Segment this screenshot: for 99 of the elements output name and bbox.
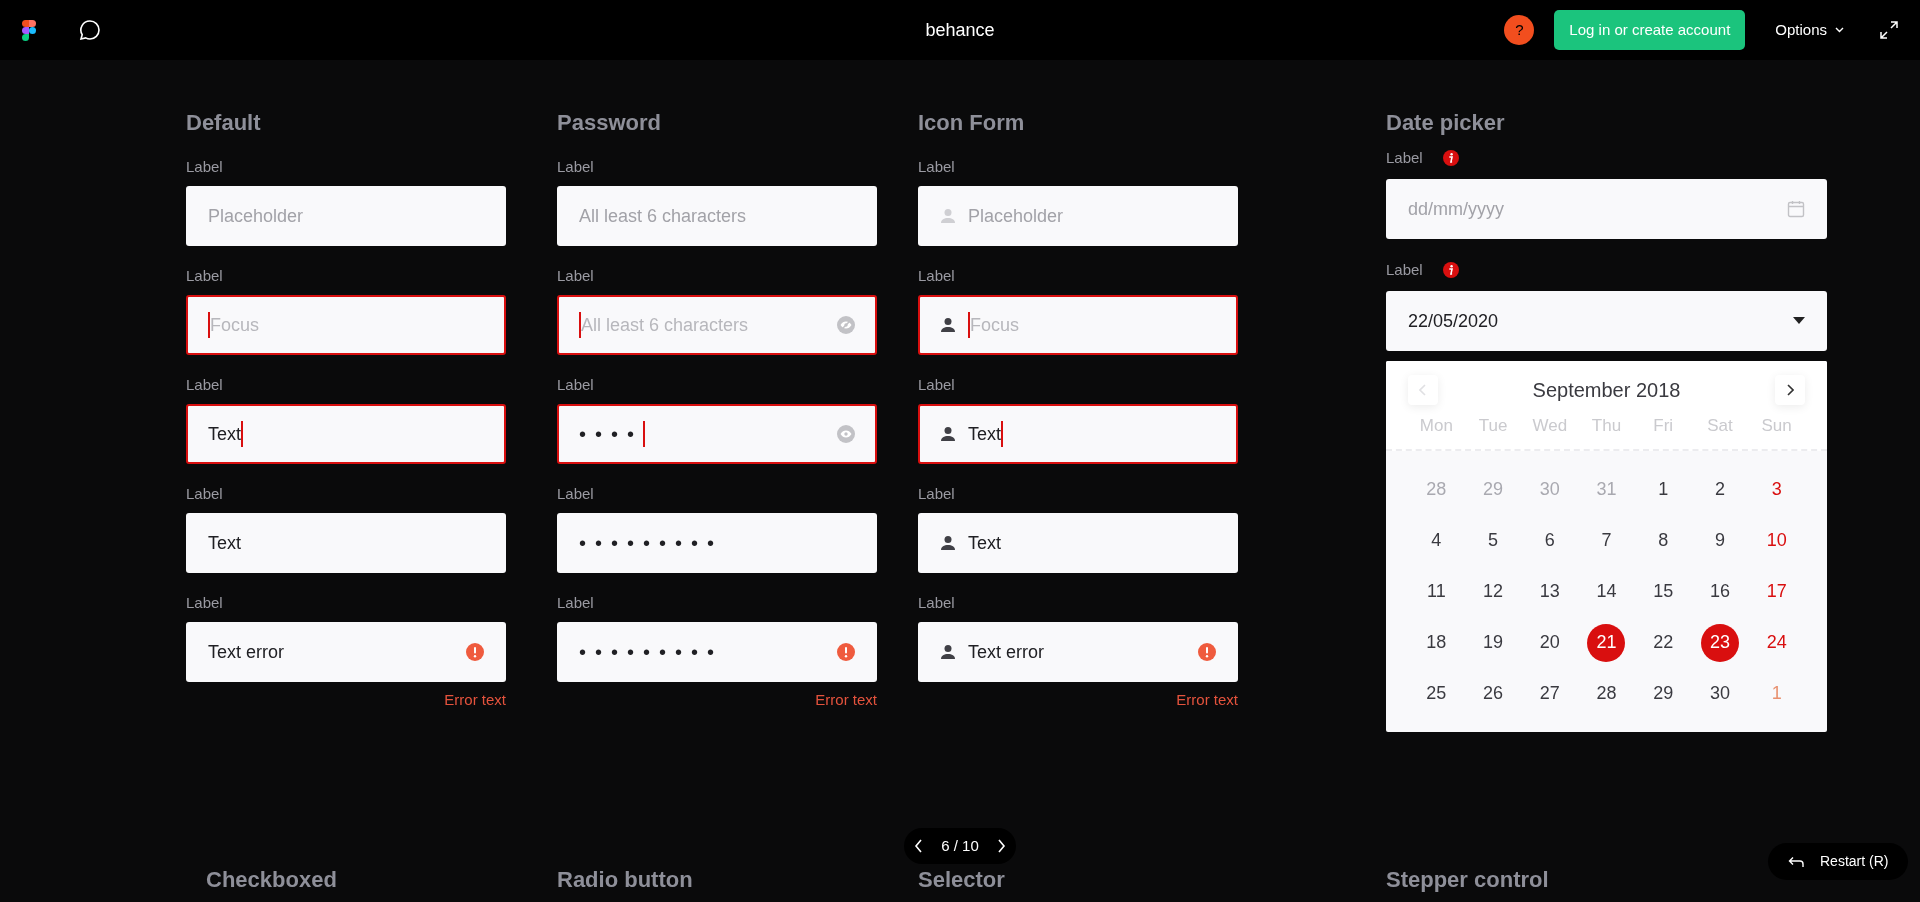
input-field[interactable]: Text — [918, 513, 1238, 573]
page-title: behance — [925, 18, 995, 42]
password-field[interactable]: ••••••••• — [557, 622, 877, 682]
calendar-day[interactable]: 22 — [1644, 623, 1683, 662]
person-icon — [940, 644, 956, 660]
calendar-day[interactable]: 5 — [1474, 521, 1513, 560]
calendar-day[interactable]: 8 — [1644, 521, 1683, 560]
comment-icon[interactable] — [78, 18, 102, 42]
calendar-day[interactable]: 12 — [1474, 572, 1513, 611]
field-label: Label — [186, 158, 224, 176]
field-label: Label — [186, 594, 224, 612]
return-arrow-icon — [1788, 855, 1804, 868]
text-caret — [643, 421, 645, 447]
calendar-day[interactable]: 24 — [1757, 623, 1796, 662]
calendar-day[interactable]: 18 — [1417, 623, 1456, 662]
field-label: Label — [557, 158, 595, 176]
field-label: Label — [557, 485, 595, 503]
help-button[interactable]: ? — [1504, 15, 1535, 45]
chevron-down-icon — [1835, 27, 1844, 33]
calendar-day[interactable]: 7 — [1587, 521, 1626, 560]
calendar-day[interactable]: 3 — [1757, 470, 1796, 509]
calendar-day[interactable]: 4 — [1417, 521, 1456, 560]
options-menu[interactable]: Options — [1775, 18, 1844, 42]
section-title: Default — [186, 110, 262, 136]
input-field[interactable]: Text — [918, 404, 1238, 464]
restart-button[interactable]: Restart (R) — [1768, 843, 1909, 880]
section-title: Date picker — [1386, 110, 1506, 136]
field-label: Label — [918, 376, 956, 394]
text-caret — [241, 421, 243, 447]
calendar-day[interactable]: 25 — [1417, 674, 1456, 713]
field-label: Label — [918, 267, 956, 285]
next-month-button[interactable] — [1775, 375, 1805, 405]
calendar-day[interactable]: 11 — [1417, 572, 1456, 611]
field-label: Label — [186, 485, 224, 503]
calendar-day[interactable]: 29 — [1644, 674, 1683, 713]
error-icon — [837, 643, 855, 661]
chevron-left-icon — [1419, 384, 1427, 396]
input-field[interactable]: Text error — [918, 622, 1238, 682]
input-field[interactable]: Text — [186, 513, 506, 573]
calendar-day[interactable]: 28 — [1587, 674, 1626, 713]
password-field[interactable]: •••• — [557, 404, 877, 464]
section-title: Checkboxed — [206, 867, 337, 892]
calendar-day[interactable]: 2 — [1700, 470, 1739, 509]
calendar-day[interactable]: 10 — [1757, 521, 1796, 560]
calendar-day[interactable]: 6 — [1530, 521, 1569, 560]
field-label: Label — [1386, 149, 1423, 167]
section-title: Password — [557, 110, 662, 136]
field-label: Label — [918, 158, 956, 176]
password-field[interactable]: ••••••••• — [557, 513, 877, 573]
calendar-day[interactable]: 26 — [1474, 674, 1513, 713]
previous-icon[interactable] — [914, 839, 923, 853]
calendar-day[interactable]: 13 — [1530, 572, 1569, 611]
calendar-day[interactable]: 1 — [1644, 470, 1683, 509]
calendar-day[interactable]: 27 — [1530, 674, 1569, 713]
calendar-day[interactable]: 15 — [1644, 572, 1683, 611]
field-label: Label — [918, 485, 956, 503]
person-icon — [940, 317, 956, 333]
calendar-day[interactable]: 9 — [1700, 521, 1739, 560]
calendar-day[interactable]: 19 — [1474, 623, 1513, 662]
field-label: Label — [1386, 261, 1423, 279]
calendar-day[interactable]: 23 — [1700, 623, 1739, 662]
section-title: Stepper control — [1386, 867, 1549, 892]
caret-icon[interactable] — [1793, 317, 1805, 325]
error-text: Error text — [815, 691, 877, 709]
person-icon — [940, 426, 956, 442]
month-title: September 2018 — [1532, 378, 1681, 403]
field-label: Label — [918, 594, 956, 612]
input-field[interactable]: Text — [186, 404, 506, 464]
input-field[interactable]: Text error — [186, 622, 506, 682]
section-title: Selector — [918, 867, 1005, 892]
next-icon[interactable] — [997, 839, 1006, 853]
section-title: Radio button — [557, 867, 693, 892]
calendar-day[interactable]: 20 — [1530, 623, 1569, 662]
calendar-day[interactable]: 30 — [1700, 674, 1739, 713]
error-text: Error text — [444, 691, 506, 709]
error-icon — [1198, 643, 1216, 661]
field-label: Label — [557, 267, 595, 285]
person-icon — [940, 208, 956, 224]
input-field[interactable]: 22/05/2020 — [1386, 291, 1827, 351]
text-caret — [968, 312, 970, 338]
text-caret — [208, 312, 210, 338]
calendar-day[interactable]: 14 — [1587, 572, 1626, 611]
field-label: Label — [186, 267, 224, 285]
chevron-right-icon — [1786, 384, 1794, 396]
field-label: Label — [557, 376, 595, 394]
field-label: Label — [557, 594, 595, 612]
error-icon — [466, 643, 484, 661]
text-caret — [579, 312, 581, 338]
fullscreen-icon[interactable] — [1880, 21, 1898, 39]
text-caret — [1001, 421, 1003, 447]
field-label: Label — [186, 376, 224, 394]
calendar-day[interactable]: 16 — [1700, 572, 1739, 611]
calendar-day[interactable]: 17 — [1757, 572, 1796, 611]
person-icon — [940, 535, 956, 551]
calendar-day[interactable]: 21 — [1587, 623, 1626, 662]
error-text: Error text — [1176, 691, 1238, 709]
figma-logo[interactable] — [22, 19, 36, 41]
section-title: Icon Form — [918, 110, 1026, 136]
page-counter: 6 / 10 — [941, 835, 979, 856]
